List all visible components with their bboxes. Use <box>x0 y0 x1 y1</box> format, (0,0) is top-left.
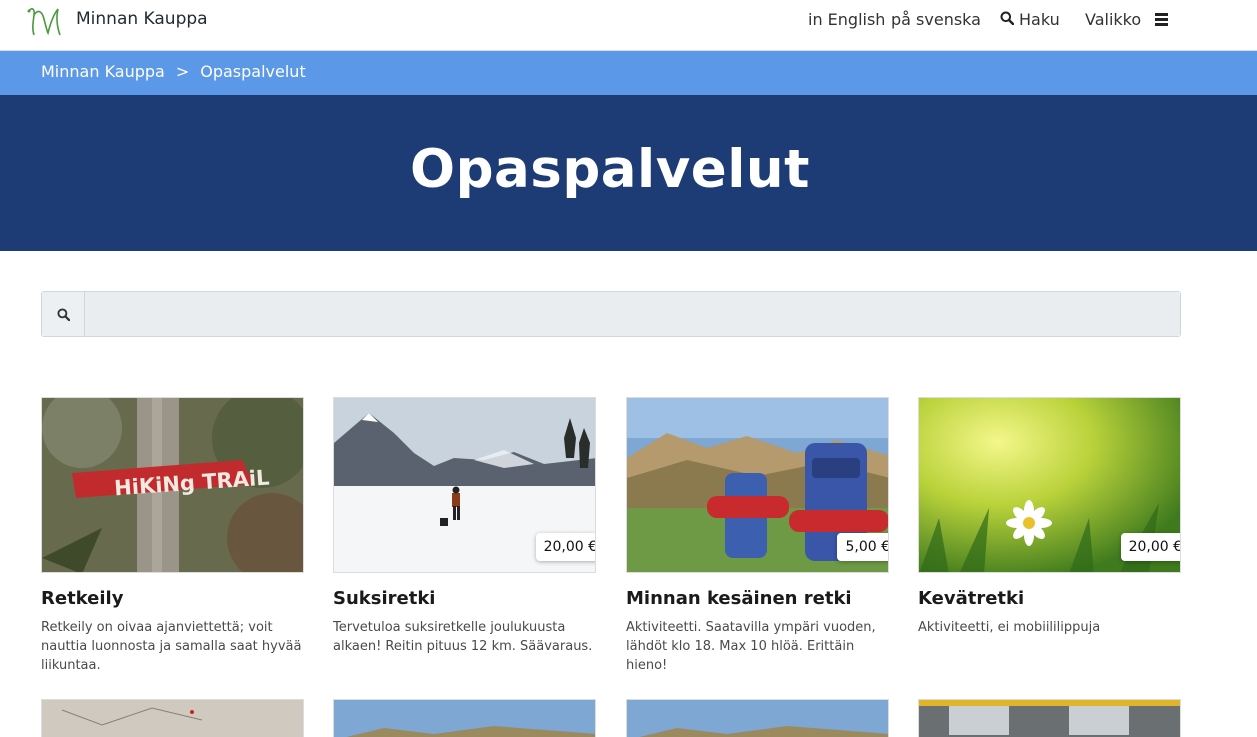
logo-icon[interactable] <box>26 5 66 37</box>
product-search-input[interactable] <box>86 292 1180 336</box>
search-toggle-label: Haku <box>1019 10 1060 29</box>
product-title[interactable]: Suksiretki <box>333 588 596 609</box>
english-language-link[interactable]: in English <box>808 10 885 29</box>
search-icon <box>56 307 70 321</box>
search-toggle-button[interactable]: Haku <box>1000 10 1060 29</box>
menu-button[interactable]: Valikko <box>1085 10 1169 29</box>
page-title: Opaspalvelut <box>410 139 810 200</box>
top-navbar: Minnan Kauppa in English på svenska Haku… <box>0 0 1257 51</box>
product-description: Tervetuloa suksiretkelle joulukuusta alk… <box>333 620 593 654</box>
product-image-bus-interior[interactable] <box>918 699 1181 737</box>
breadcrumb-home-link[interactable]: Minnan Kauppa <box>41 62 165 81</box>
price-badge: 20,00 € <box>535 533 595 561</box>
product-search-button[interactable] <box>42 292 85 336</box>
product-card[interactable]: HiKiNg TRAiL Retkeily Retkeily on oivaa … <box>41 397 304 675</box>
swedish-language-link[interactable]: på svenska <box>891 10 981 29</box>
product-description: Aktiviteetti. Saatavilla ympäri vuoden, … <box>626 620 876 673</box>
product-image-ski-trip[interactable]: 20,00 € <box>333 397 596 573</box>
site-name-link[interactable]: Minnan Kauppa <box>76 9 208 29</box>
product-image-landscape[interactable] <box>333 699 596 737</box>
product-image-backpacks[interactable]: 5,00 € <box>626 397 889 573</box>
product-search <box>41 291 1181 337</box>
product-image-daisy[interactable]: 20,00 € <box>918 397 1181 573</box>
product-image-map[interactable] <box>41 699 304 737</box>
product-title[interactable]: Kevätretki <box>918 588 1181 609</box>
product-image-hiking-trail[interactable]: HiKiNg TRAiL <box>41 397 304 573</box>
hamburger-icon <box>1155 13 1169 26</box>
page-hero: Opaspalvelut <box>0 95 1257 251</box>
product-title[interactable]: Retkeily <box>41 588 304 609</box>
breadcrumb-bar: Minnan Kauppa > Opaspalvelut <box>0 51 1257 95</box>
search-icon <box>1000 10 1015 29</box>
breadcrumb: Minnan Kauppa > Opaspalvelut <box>41 62 306 81</box>
product-card[interactable]: 20,00 € Kevätretki Aktiviteetti, ei mobi… <box>918 397 1181 637</box>
product-description: Aktiviteetti, ei mobiililippuja <box>918 620 1101 635</box>
product-title[interactable]: Minnan kesäinen retki <box>626 588 889 609</box>
product-card[interactable]: 20,00 € Suksiretki Tervetuloa suksiretke… <box>333 397 596 656</box>
product-description: Retkeily on oivaa ajanviettettä; voit na… <box>41 620 302 673</box>
product-card[interactable]: 5,00 € Minnan kesäinen retki Aktiviteett… <box>626 397 889 675</box>
price-badge: 20,00 € <box>1120 533 1180 561</box>
product-image-landscape[interactable] <box>626 699 889 737</box>
breadcrumb-separator: > <box>175 62 190 81</box>
menu-label: Valikko <box>1085 10 1142 29</box>
breadcrumb-current[interactable]: Opaspalvelut <box>200 62 305 81</box>
price-badge: 5,00 € <box>837 533 888 561</box>
